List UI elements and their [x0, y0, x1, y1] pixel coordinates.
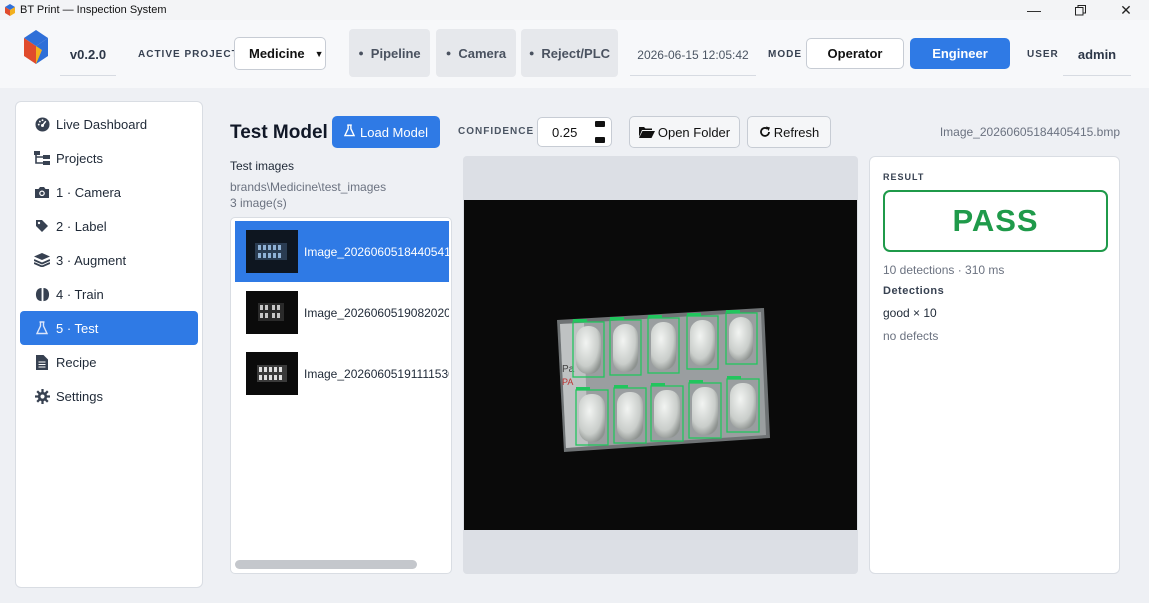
open-folder-button[interactable]: Open Folder	[629, 116, 740, 148]
confidence-spinbox[interactable]: 0.25	[537, 117, 612, 147]
sidebar: Live Dashboard Projects 1 · Camera 2 · L…	[15, 101, 203, 588]
gear-icon	[33, 388, 51, 404]
inspection-image: Pa PA	[464, 200, 857, 530]
active-project-label: ACTIVE PROJECT	[138, 49, 239, 60]
test-images-count: 3 image(s)	[230, 196, 287, 210]
thumbnail-image	[246, 291, 298, 334]
verdict-badge: PASS	[883, 190, 1108, 252]
thumbnail-image	[246, 230, 298, 273]
test-image-list[interactable]: Image_20260605184405415 Image_2026060519…	[230, 217, 452, 574]
project-select[interactable]: Medicine ▼	[234, 37, 326, 70]
refresh-button[interactable]: Refresh	[747, 116, 831, 148]
detection-summary: 10 detections · 310 ms	[883, 263, 1005, 277]
horizontal-scrollbar[interactable]	[235, 560, 417, 569]
dashboard-gauge-icon	[33, 116, 51, 132]
result-panel: RESULT PASS 10 detections · 310 ms Detec…	[869, 156, 1120, 574]
spin-down-icon[interactable]	[595, 137, 605, 143]
sidebar-item-settings[interactable]: Settings	[20, 379, 198, 413]
mode-label: MODE	[768, 49, 802, 60]
status-reject-plc: ● Reject/PLC	[521, 29, 618, 77]
operator-mode-button[interactable]: Operator	[806, 38, 904, 69]
thumbnail-image	[246, 352, 298, 395]
spin-up-icon[interactable]	[595, 121, 605, 127]
status-camera: ● Camera	[436, 29, 516, 77]
list-item[interactable]: Image_20260605190820205	[235, 282, 449, 343]
version-label: v0.2.0	[60, 34, 116, 76]
sidebar-item-train[interactable]: 4 · Train	[20, 277, 198, 311]
sidebar-item-label[interactable]: 2 · Label	[20, 209, 198, 243]
list-item[interactable]: Image_20260605191111530	[235, 343, 449, 404]
image-viewer[interactable]: Pa PA	[463, 156, 858, 574]
detections-list: good × 10	[883, 306, 937, 320]
status-dot-icon: ●	[528, 48, 535, 58]
status-pipeline: ● Pipeline	[349, 29, 430, 77]
svg-text:PA: PA	[562, 377, 573, 387]
minimize-icon[interactable]: —	[1011, 0, 1057, 20]
test-images-path: brands\Medicine\test_images	[230, 180, 387, 194]
app-logo-icon	[5, 4, 15, 16]
confidence-value: 0.25	[552, 124, 578, 140]
blister-pack-image: Pa PA	[464, 200, 857, 530]
layers-icon	[33, 252, 51, 268]
page-title: Test Model	[230, 122, 328, 143]
title-bar: BT Print — Inspection System — ✕	[0, 0, 1149, 20]
camera-icon	[33, 184, 51, 200]
sidebar-item-live-dashboard[interactable]: Live Dashboard	[20, 107, 198, 141]
clock: 2026-06-15 12:05:42	[630, 34, 756, 76]
caret-down-icon: ▼	[314, 48, 324, 59]
load-model-button[interactable]: Load Model	[332, 116, 440, 148]
flask-icon	[343, 124, 356, 140]
status-dot-icon: ●	[445, 48, 452, 58]
sidebar-item-recipe[interactable]: Recipe	[20, 345, 198, 379]
list-item-label: Image_20260605184405415	[304, 244, 449, 259]
project-select-value: Medicine	[249, 46, 305, 61]
projects-tree-icon	[33, 150, 51, 166]
restore-icon[interactable]	[1057, 0, 1103, 20]
list-item[interactable]: Image_20260605184405415	[235, 221, 449, 282]
close-icon[interactable]: ✕	[1103, 0, 1149, 20]
defects-summary: no defects	[883, 329, 939, 343]
list-item-label: Image_20260605191111530	[304, 366, 449, 381]
sidebar-item-projects[interactable]: Projects	[20, 141, 198, 175]
status-dot-icon: ●	[358, 48, 364, 58]
user-label: USER	[1027, 49, 1059, 60]
sidebar-item-augment[interactable]: 3 · Augment	[20, 243, 198, 277]
folder-open-icon	[638, 126, 655, 138]
window-title: BT Print — Inspection System	[20, 4, 167, 16]
engineer-mode-button[interactable]: Engineer	[910, 38, 1010, 69]
sidebar-item-test[interactable]: 5 · Test	[20, 311, 198, 345]
sidebar-item-camera[interactable]: 1 · Camera	[20, 175, 198, 209]
user-name: admin	[1063, 34, 1131, 76]
refresh-icon	[759, 126, 771, 138]
detections-heading: Detections	[883, 285, 945, 297]
current-filename: Image_20260605184405415.bmp	[939, 125, 1120, 139]
list-item-label: Image_20260605190820205	[304, 305, 449, 320]
bt-print-logo	[24, 30, 48, 64]
app-header: v0.2.0 ACTIVE PROJECT Medicine ▼ ● Pipeli…	[0, 20, 1149, 88]
result-label: RESULT	[883, 172, 925, 182]
flask-icon	[33, 320, 51, 336]
file-icon	[33, 354, 51, 370]
brain-icon	[33, 286, 51, 302]
test-images-heading: Test images	[230, 159, 295, 173]
tag-icon	[33, 218, 51, 234]
confidence-label: CONFIDENCE	[458, 126, 535, 137]
